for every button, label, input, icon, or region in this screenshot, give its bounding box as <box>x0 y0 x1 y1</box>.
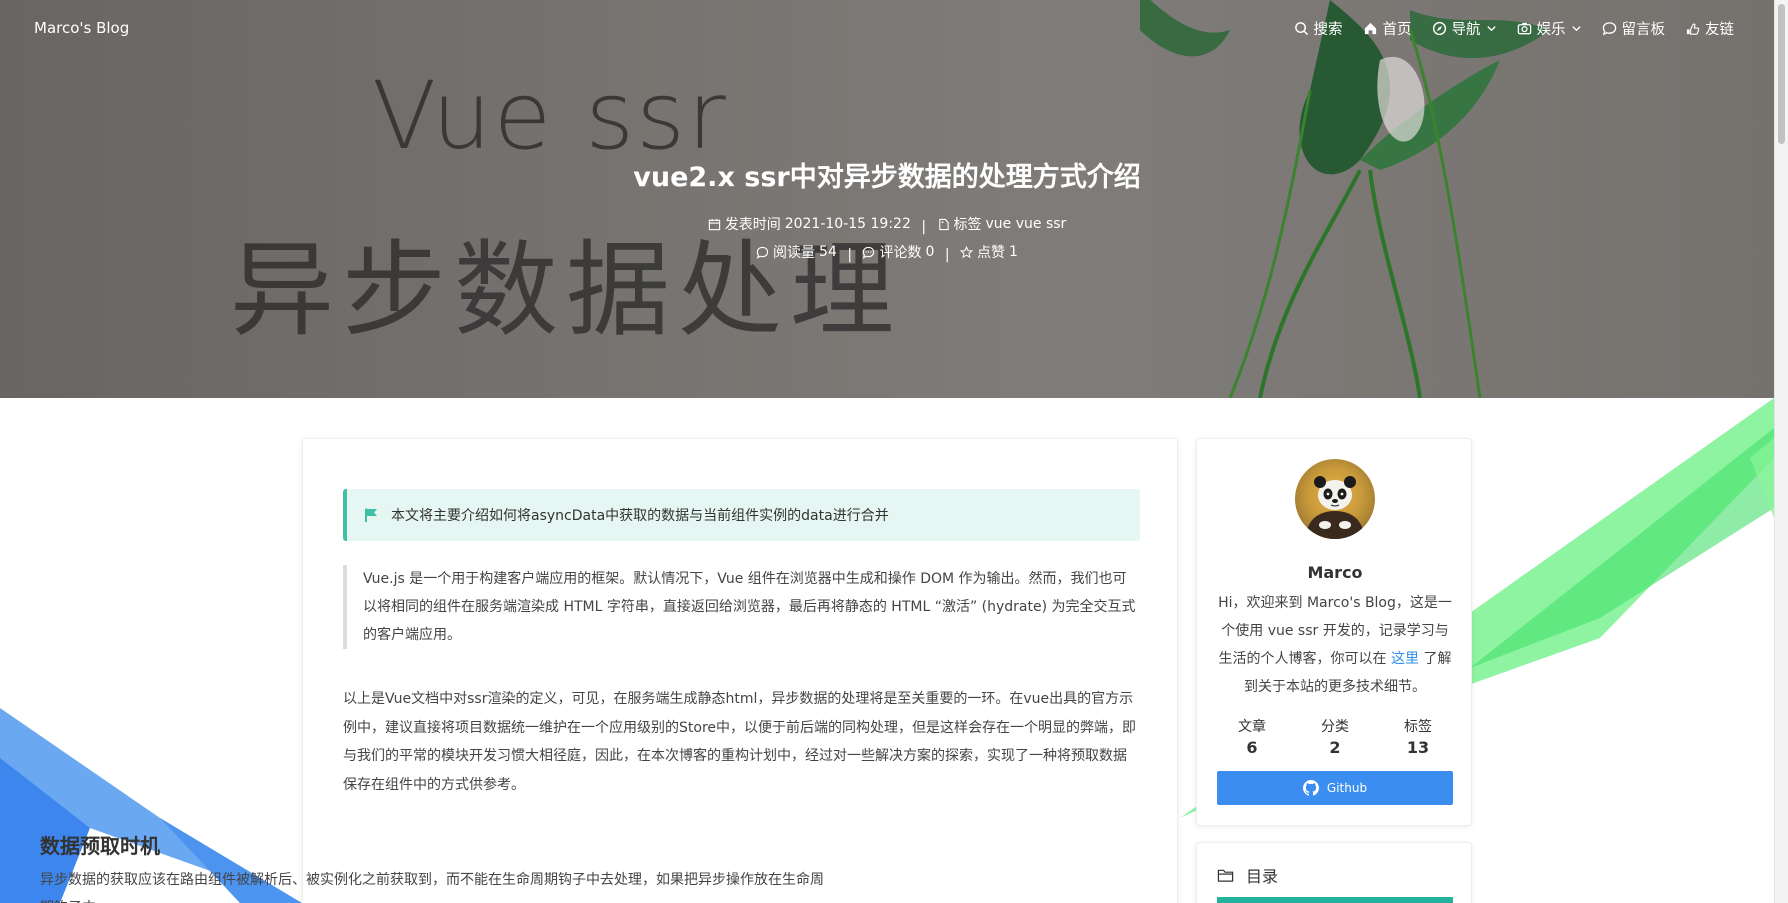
chevron-down-icon <box>1486 26 1496 32</box>
flag-icon <box>365 508 377 522</box>
toc-card: 目录 <box>1196 842 1472 903</box>
stat-tags[interactable]: 标签 13 <box>1383 716 1453 757</box>
github-icon <box>1302 780 1319 796</box>
notice-text: 本文将主要介绍如何将asyncData中获取的数据与当前组件实例的data进行合… <box>391 508 889 524</box>
camera-icon <box>1517 22 1531 35</box>
post-title: vue2.x ssr中对异步数据的处理方式介绍 <box>633 162 1141 193</box>
comment-count: 评论数 0 <box>862 242 934 262</box>
folder-icon <box>1217 869 1234 882</box>
nav-label: 娱乐 <box>1536 22 1566 38</box>
tag-icon <box>938 218 949 230</box>
home-icon <box>1364 22 1376 35</box>
like-count[interactable]: 点赞 1 <box>960 242 1018 262</box>
profile-stats: 文章 6 分类 2 标签 13 <box>1217 716 1453 757</box>
nav-guestbook[interactable]: 留言板 <box>1602 18 1666 39</box>
post-tags: 标签 vue vue ssr <box>937 214 1067 234</box>
star-icon <box>960 245 974 258</box>
chat-icon <box>756 246 769 259</box>
nav-search[interactable]: 搜索 <box>1294 18 1343 39</box>
page-scrollbar[interactable] <box>1774 0 1788 903</box>
tag-links[interactable]: vue vue ssr <box>986 216 1067 232</box>
nav-friends[interactable]: 友链 <box>1685 18 1734 39</box>
profile-description: Hi，欢迎来到 Marco's Blog，这是一个使用 vue ssr 开发的，… <box>1218 595 1452 695</box>
stat-articles[interactable]: 文章 6 <box>1217 716 1287 757</box>
nav-label: 留言板 <box>1621 22 1666 38</box>
article-paragraph: 以上是Vue文档中对ssr渲染的定义，可见，在服务端生成静态html，异步数据的… <box>343 691 1136 793</box>
nav-home[interactable]: 首页 <box>1363 18 1412 39</box>
nav-label: 搜索 <box>1313 22 1343 38</box>
chat-icon <box>1602 22 1616 36</box>
article-card: 本文将主要介绍如何将asyncData中获取的数据与当前组件实例的data进行合… <box>302 438 1178 903</box>
search-icon <box>1294 22 1308 36</box>
nav-label: 导航 <box>1451 22 1481 38</box>
article-paragraph-2: 异步数据的获取应该在路由组件被解析后、被实例化之前获取到，而不能在生命周期钩子中… <box>40 872 824 903</box>
post-meta-line2: 阅读量 54 | 评论数 0 | 点赞 1 <box>0 242 1774 263</box>
site-brand[interactable]: Marco's Blog <box>34 19 129 37</box>
panda-avatar-image <box>1305 476 1365 539</box>
github-label: Github <box>1326 781 1368 795</box>
link-icon <box>1686 23 1700 35</box>
hero-banner: Vue ssr 异步数据处理 <box>0 0 1774 398</box>
stat-categories[interactable]: 分类 2 <box>1300 716 1370 757</box>
view-count: 阅读量 54 <box>756 242 837 262</box>
compass-icon <box>1432 21 1446 36</box>
avatar <box>1295 459 1375 539</box>
article-notice: 本文将主要介绍如何将asyncData中获取的数据与当前组件实例的data进行合… <box>343 489 1140 541</box>
scrollbar-thumb[interactable] <box>1778 4 1785 144</box>
toc-active-item[interactable] <box>1217 897 1453 903</box>
toc-header: 目录 <box>1217 863 1278 887</box>
nav-label: 首页 <box>1382 22 1412 38</box>
nav-menu: 搜索 首页 导航 娱乐 留言板 友链 <box>1294 18 1734 39</box>
section-heading: 数据预取时机 <box>40 834 160 858</box>
github-button[interactable]: Github <box>1217 771 1453 805</box>
nav-entertainment[interactable]: 娱乐 <box>1517 18 1582 39</box>
calendar-icon <box>708 218 720 230</box>
nav-label: 友链 <box>1705 22 1734 38</box>
about-link[interactable]: 这里 <box>1391 651 1419 667</box>
post-meta-line1: 发表时间 2021-10-15 19:22 | 标签 vue vue ssr <box>0 214 1774 235</box>
comment-icon <box>863 246 875 259</box>
top-nav: Marco's Blog 搜索 首页 导航 娱乐 留言板 友链 <box>0 0 1774 56</box>
publish-time: 发表时间 2021-10-15 19:22 <box>708 214 911 234</box>
profile-name: Marco <box>1307 563 1363 582</box>
chevron-down-icon <box>1571 26 1581 32</box>
toc-title: 目录 <box>1246 867 1279 886</box>
nav-navigation[interactable]: 导航 <box>1432 18 1497 39</box>
article-quote: Vue.js 是一个用于构建客户端应用的框架。默认情况下，Vue 组件在浏览器中… <box>343 565 1140 649</box>
profile-card: Marco Hi，欢迎来到 Marco's Blog，这是一个使用 vue ss… <box>1196 438 1472 826</box>
